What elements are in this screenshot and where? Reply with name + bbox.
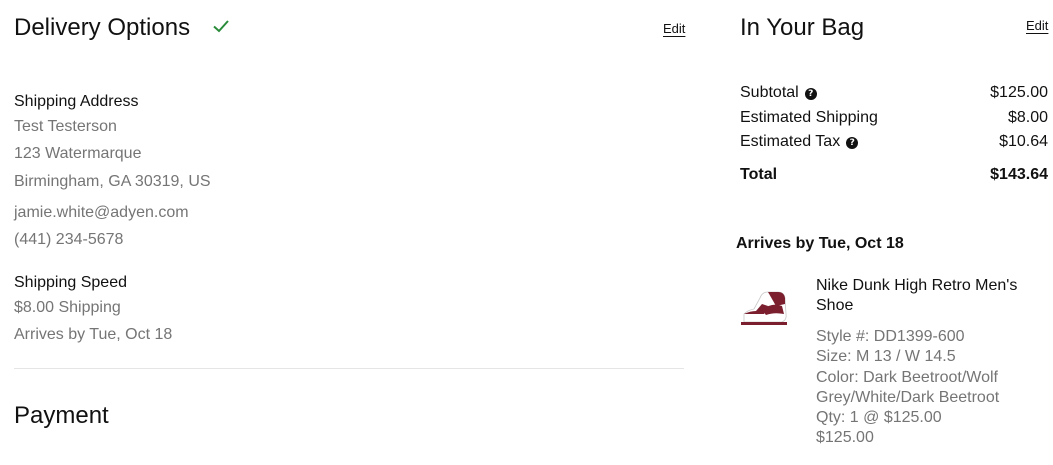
total-label: Total [740, 166, 778, 183]
subtotal-value: $125.00 [990, 84, 1048, 101]
product-style: Style #: DD1399-600 [816, 328, 965, 345]
subtotal-label: Subtotal [740, 84, 799, 101]
checkmark-icon [213, 20, 229, 33]
delivery-options-title: Delivery Options [14, 14, 191, 41]
product-color: Color: Dark Beetroot/Wolf Grey/White/Dar… [816, 369, 1000, 406]
delivery-edit-link[interactable]: Edit [663, 22, 685, 35]
product-size: Size: M 13 / W 14.5 [816, 348, 956, 365]
estimated-tax-label: Estimated Tax [740, 133, 841, 150]
subtotal-label-wrap: Subtotal? [740, 85, 817, 101]
total-value: $143.64 [990, 166, 1048, 183]
arrives-heading: Arrives by Tue, Oct 18 [736, 235, 904, 252]
section-divider [14, 368, 684, 369]
product-quantity: Qty: 1 @ $125.00 [816, 409, 942, 426]
shipping-speed-label: Shipping Speed [14, 274, 127, 291]
bag-edit-link[interactable]: Edit [1026, 19, 1048, 32]
in-your-bag-title: In Your Bag [740, 14, 865, 41]
shipping-arrival: Arrives by Tue, Oct 18 [14, 326, 173, 343]
product-name[interactable]: Nike Dunk High Retro Men's Shoe [816, 276, 1048, 316]
tax-label-wrap: Estimated Tax? [740, 133, 859, 150]
help-icon[interactable]: ? [846, 137, 859, 149]
estimated-tax-value: $10.64 [999, 133, 1048, 150]
product-thumbnail[interactable] [738, 284, 790, 326]
recipient-name: Test Testerson [14, 118, 117, 135]
city-state-zip: Birmingham, GA 30319, US [14, 173, 211, 190]
street-address: 123 Watermarque [14, 145, 142, 162]
delivery-column: Delivery Options Edit Shipping Address T… [14, 0, 685, 465]
contact-phone: (441) 234-5678 [14, 231, 124, 248]
shipping-cost: $8.00 Shipping [14, 299, 121, 316]
payment-title: Payment [14, 402, 109, 429]
product-price: $125.00 [816, 429, 874, 446]
shipping-address-label: Shipping Address [14, 93, 139, 110]
bag-summary: In Your Bag Edit Subtotal? $125.00 Estim… [736, 0, 1048, 465]
contact-email: jamie.white@adyen.com [14, 204, 189, 221]
estimated-shipping-value: $8.00 [1007, 109, 1048, 126]
estimated-shipping-label: Estimated Shipping [740, 109, 878, 126]
help-icon[interactable]: ? [804, 88, 817, 100]
